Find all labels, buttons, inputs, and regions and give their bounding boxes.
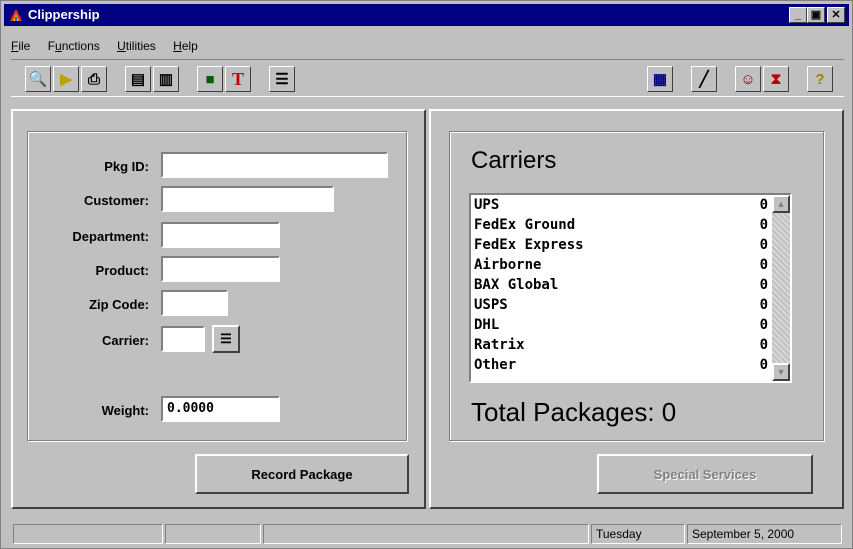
carrier-count: 0 — [759, 317, 768, 333]
menu-file[interactable]: File — [11, 39, 30, 53]
carrier-label: Carrier: — [102, 333, 149, 348]
hourglass-icon[interactable]: ⧗ — [763, 66, 789, 92]
menu-bar: File Functions Utilities Help — [11, 39, 212, 55]
total-packages-value: 0 — [661, 397, 677, 427]
carrier-count: 0 — [759, 277, 768, 293]
restore-button[interactable]: ▣ — [807, 7, 825, 23]
carrier-name: Airborne — [474, 257, 542, 273]
printer-stack-icon[interactable]: ■ — [197, 66, 223, 92]
open-folder-icon[interactable]: ▶ — [53, 66, 79, 92]
status-pane-3 — [263, 524, 589, 544]
find-package-icon[interactable]: 🔍 — [25, 66, 51, 92]
list-item[interactable]: Other 0 — [474, 357, 768, 377]
menu-utilities[interactable]: Utilities — [117, 39, 156, 53]
status-pane-1 — [13, 524, 163, 544]
scroll-up-icon[interactable]: ▲ — [772, 195, 790, 213]
carriers-panel: Carriers UPS 0 FedEx Ground 0 FedEx Express 0… — [429, 109, 844, 509]
clippership-logo-icon — [10, 9, 22, 21]
weight-input[interactable]: 0.0000 — [161, 396, 280, 422]
total-packages-label: Total Packages: — [471, 397, 655, 427]
list-scrollbar[interactable]: ▲ ▼ — [772, 195, 790, 381]
list-icon: ☰ — [220, 331, 232, 346]
carrier-name: Ratrix — [474, 337, 525, 353]
total-packages: Total Packages: 0 — [471, 397, 676, 428]
carrier-count: 0 — [759, 257, 768, 273]
carriers-title: Carriers — [471, 147, 557, 174]
list-item[interactable]: USPS 0 — [474, 297, 768, 317]
user-icon[interactable]: ☺ — [735, 66, 761, 92]
close-button[interactable]: ✕ — [827, 7, 845, 23]
status-date: September 5, 2000 — [687, 524, 842, 544]
scroll-down-icon[interactable]: ▼ — [772, 363, 790, 381]
list-item[interactable]: FedEx Express 0 — [474, 237, 768, 257]
department-input[interactable] — [161, 222, 280, 248]
product-input[interactable] — [161, 256, 280, 282]
product-label: Product: — [95, 263, 149, 278]
minimize-button[interactable]: _ — [789, 7, 807, 23]
help-icon[interactable]: ? — [807, 66, 833, 92]
pkg-id-label: Pkg ID: — [104, 159, 149, 174]
menu-functions[interactable]: Functions — [48, 39, 100, 53]
carrier-count: 0 — [759, 197, 768, 213]
carrier-input[interactable] — [161, 326, 205, 352]
pkg-id-input[interactable] — [161, 152, 388, 178]
record-package-button[interactable]: Record Package — [195, 454, 409, 494]
carrier-count: 0 — [759, 357, 768, 373]
carrier-count: 0 — [759, 237, 768, 253]
status-day: Tuesday — [591, 524, 685, 544]
carrier-lookup-button[interactable]: ☰ — [212, 325, 240, 353]
title-bar[interactable]: Clippership _ ▣ ✕ — [4, 4, 849, 26]
notes-icon[interactable]: ▥ — [153, 66, 179, 92]
list-item[interactable]: FedEx Ground 0 — [474, 217, 768, 237]
text-t-icon[interactable]: T — [225, 66, 251, 92]
list-item[interactable]: Ratrix 0 — [474, 337, 768, 357]
weight-label: Weight: — [101, 403, 149, 418]
list-item[interactable]: DHL 0 — [474, 317, 768, 337]
printer-icon[interactable]: ⎙ — [81, 66, 107, 92]
carrier-name: USPS — [474, 297, 508, 313]
carrier-count: 0 — [759, 337, 768, 353]
calendar-icon[interactable]: ▦ — [647, 66, 673, 92]
carrier-count: 0 — [759, 217, 768, 233]
menu-help[interactable]: Help — [173, 39, 198, 53]
carrier-name: FedEx Express — [474, 237, 584, 253]
carrier-name: DHL — [474, 317, 500, 333]
status-pane-2 — [165, 524, 261, 544]
list-item[interactable]: BAX Global 0 — [474, 277, 768, 297]
sweep-icon[interactable]: ╱ — [691, 66, 717, 92]
document-icon[interactable]: ▤ — [125, 66, 151, 92]
customer-label: Customer: — [83, 193, 149, 208]
department-label: Department: — [72, 229, 149, 244]
carrier-name: Other — [474, 357, 517, 373]
carrier-name: FedEx Ground — [474, 217, 576, 233]
carrier-name: UPS — [474, 197, 500, 213]
list-item[interactable]: Airborne 0 — [474, 257, 768, 277]
toolbar: 🔍 ▶ ⎙ ▤ ▥ ■ T ☰ ▦ ╱ ☺ ⧗ ? — [11, 59, 844, 97]
special-services-button[interactable]: Special Services — [597, 454, 813, 494]
carrier-list[interactable]: UPS 0 FedEx Ground 0 FedEx Express 0 Airborne 0… — [469, 193, 792, 383]
zip-code-input[interactable] — [161, 290, 228, 316]
list-icon[interactable]: ☰ — [269, 66, 295, 92]
main-window: Clippership _ ▣ ✕ File Functions Utiliti… — [0, 0, 853, 549]
package-entry-panel: Pkg ID: Customer: Department: Product: Z… — [11, 109, 426, 509]
window-title: Clippership — [28, 7, 100, 22]
carrier-count: 0 — [759, 297, 768, 313]
zip-code-label: Zip Code: — [89, 297, 149, 312]
list-item[interactable]: UPS 0 — [474, 197, 768, 217]
customer-input[interactable] — [161, 186, 334, 212]
carrier-name: BAX Global — [474, 277, 559, 293]
